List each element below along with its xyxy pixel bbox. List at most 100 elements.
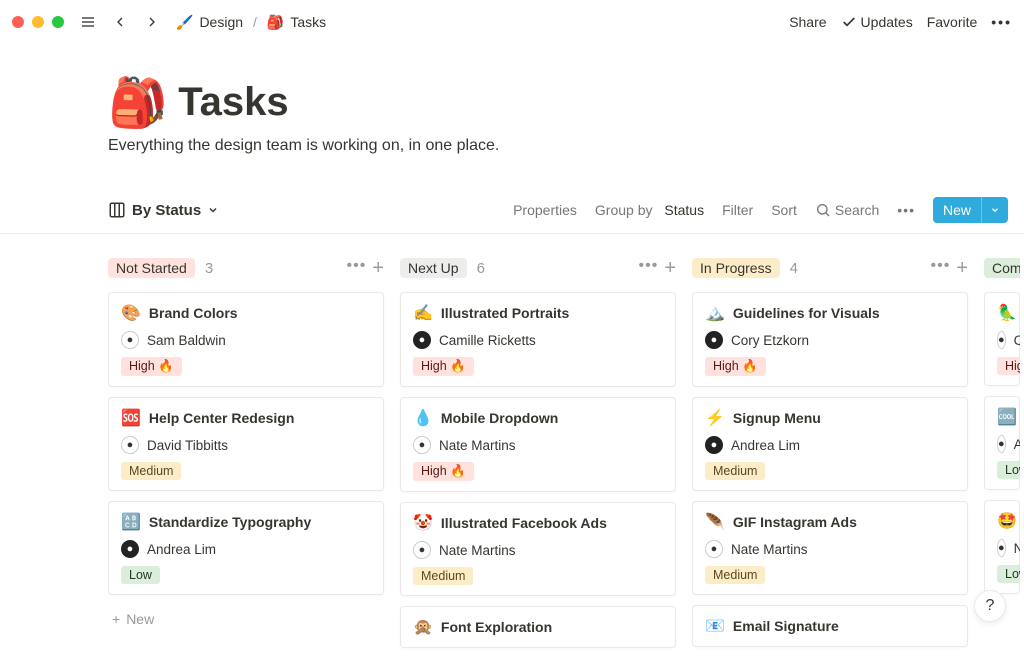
avatar: ● — [997, 435, 1006, 453]
avatar: ● — [413, 541, 431, 559]
page-title[interactable]: Tasks — [178, 80, 288, 125]
updates-label: Updates — [861, 14, 913, 30]
view-toolbar: By Status Properties Group by Status Fil… — [108, 197, 1024, 223]
card-icon: 🎨 — [121, 303, 141, 323]
chevron-down-icon — [990, 205, 1000, 215]
priority-badge: Higl — [997, 357, 1020, 375]
updates-button[interactable]: Updates — [841, 14, 913, 30]
avatar: ● — [997, 539, 1006, 557]
task-card[interactable]: 🦜U●CHigl — [984, 292, 1020, 386]
card-assignee: ●A — [997, 435, 1007, 453]
toolbar-more-icon[interactable]: ••• — [897, 202, 915, 218]
new-dropdown[interactable] — [981, 197, 1008, 223]
search-label: Search — [835, 202, 879, 218]
card-icon: 🔠 — [121, 512, 141, 532]
card-title-text: Brand Colors — [149, 305, 238, 321]
assignee-name: Nate Martins — [439, 543, 516, 558]
card-icon: 🤡 — [413, 513, 433, 533]
task-card[interactable]: 💧Mobile Dropdown●Nate MartinsHigh 🔥 — [400, 397, 676, 492]
card-title-text: Help Center Redesign — [149, 410, 294, 426]
column-add-icon[interactable]: + — [372, 257, 384, 280]
breadcrumb-parent[interactable]: 🖌️ Design — [172, 12, 247, 33]
card-title-text: Standardize Typography — [149, 514, 311, 530]
priority-badge: Low — [121, 566, 160, 584]
task-card[interactable]: 🎨Brand Colors●Sam BaldwinHigh 🔥 — [108, 292, 384, 387]
card-assignee: ●Andrea Lim — [121, 540, 371, 558]
card-title-text: Illustrated Portraits — [441, 305, 569, 321]
card-icon: ✍️ — [413, 303, 433, 323]
sort-button[interactable]: Sort — [771, 202, 797, 218]
column-more-icon[interactable]: ••• — [347, 257, 367, 280]
avatar: ● — [121, 436, 139, 454]
priority-badge: High 🔥 — [413, 357, 474, 376]
maximize-window-icon[interactable] — [52, 16, 64, 28]
filter-button[interactable]: Filter — [722, 202, 753, 218]
breadcrumb: 🖌️ Design / 🎒 Tasks — [172, 12, 330, 33]
avatar: ● — [705, 540, 723, 558]
card-title-text: GIF Instagram Ads — [733, 514, 857, 530]
task-card[interactable]: 🤩H●NLow — [984, 500, 1020, 594]
card-icon: 💧 — [413, 408, 433, 428]
task-card[interactable]: ✍️ Illustrated Portraits ● Camille Ricketts… — [400, 292, 676, 387]
share-button[interactable]: Share — [789, 14, 826, 30]
task-card[interactable]: 🏔️Guidelines for Visuals●Cory EtzkornHig… — [692, 292, 968, 387]
task-card[interactable]: 🙊Font Exploration — [400, 606, 676, 648]
task-card[interactable]: ⚡Signup Menu●Andrea LimMedium — [692, 397, 968, 491]
priority-badge: Low — [997, 461, 1020, 479]
column-more-icon[interactable]: ••• — [931, 257, 951, 280]
avatar: ● — [413, 331, 431, 349]
status-tag[interactable]: Not Started — [108, 258, 195, 278]
card-title: 🔠 Standardize Typography — [121, 512, 371, 532]
column-actions: •••+ — [931, 257, 969, 280]
card-icon: 🦜 — [997, 303, 1017, 323]
breadcrumb-separator: / — [253, 14, 257, 30]
view-picker[interactable]: By Status — [108, 201, 219, 219]
menu-icon[interactable] — [76, 10, 100, 34]
new-label: New — [933, 197, 981, 223]
search-icon — [815, 202, 831, 218]
task-card[interactable]: 🪶GIF Instagram Ads●Nate MartinsMedium — [692, 501, 968, 595]
status-tag[interactable]: In Progress — [692, 258, 780, 278]
new-button[interactable]: New — [933, 197, 1008, 223]
assignee-name: Camille Ricketts — [439, 333, 536, 348]
task-card[interactable]: 🆘Help Center Redesign●David TibbittsMedi… — [108, 397, 384, 491]
forward-button[interactable] — [140, 10, 164, 34]
avatar: ● — [705, 331, 723, 349]
card-icon: 🏔️ — [705, 303, 725, 323]
assignee-name: Nate Martins — [439, 438, 516, 453]
task-card[interactable]: 🆒E●ALow — [984, 396, 1020, 490]
column-add-icon[interactable]: + — [664, 257, 676, 280]
more-icon[interactable]: ••• — [991, 14, 1012, 30]
favorite-button[interactable]: Favorite — [927, 14, 978, 30]
status-tag[interactable]: Next Up — [400, 258, 467, 278]
avatar: ● — [997, 331, 1006, 349]
page-icon[interactable]: 🎒 — [108, 74, 168, 131]
minimize-window-icon[interactable] — [32, 16, 44, 28]
page-header: 🎒 Tasks — [108, 74, 1024, 131]
status-tag[interactable]: Com — [984, 258, 1020, 278]
close-window-icon[interactable] — [12, 16, 24, 28]
priority-badge: Low — [997, 565, 1020, 583]
task-card[interactable]: 📧Email Signature — [692, 605, 968, 647]
card-title-text: Mobile Dropdown — [441, 410, 558, 426]
assignee-name: Sam Baldwin — [147, 333, 226, 348]
help-button[interactable]: ? — [974, 590, 1006, 622]
page-subtitle[interactable]: Everything the design team is working on… — [108, 137, 1024, 155]
card-assignee: ●Andrea Lim — [705, 436, 955, 454]
toolbar-divider — [0, 233, 1024, 234]
search-button[interactable]: Search — [815, 202, 879, 218]
status-count: 6 — [477, 260, 485, 277]
column-more-icon[interactable]: ••• — [639, 257, 659, 280]
card-title: 📧Email Signature — [705, 616, 955, 636]
column-header: In Progress4•••+ — [692, 252, 968, 284]
breadcrumb-current[interactable]: 🎒 Tasks — [263, 12, 330, 33]
back-button[interactable] — [108, 10, 132, 34]
column-add-icon[interactable]: + — [956, 257, 968, 280]
group-by-button[interactable]: Group by Status — [595, 202, 704, 218]
add-card-button[interactable]: +New — [108, 605, 384, 633]
task-card[interactable]: 🔠 Standardize Typography ●Andrea Lim Low — [108, 501, 384, 595]
breadcrumb-parent-label: Design — [199, 14, 243, 30]
task-card[interactable]: 🤡Illustrated Facebook Ads●Nate MartinsMe… — [400, 502, 676, 596]
properties-button[interactable]: Properties — [513, 202, 577, 218]
column-actions: •••+ — [347, 257, 385, 280]
